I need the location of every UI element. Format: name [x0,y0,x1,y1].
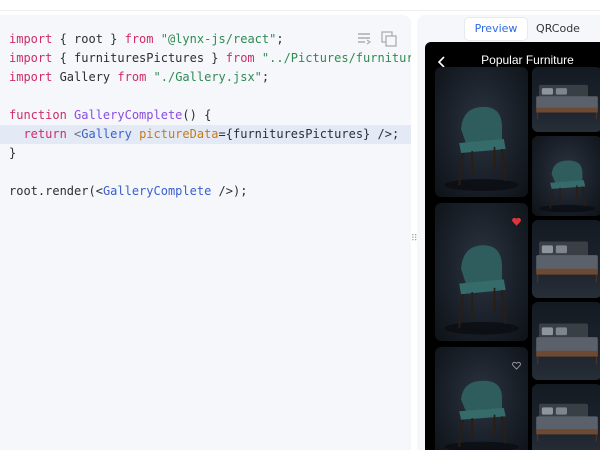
code-line: return <Gallery pictureData={furnituresP… [0,125,411,144]
heart-filled-icon[interactable] [512,211,521,226]
gallery-card-bed[interactable] [532,67,600,132]
code-line: import Gallery from "./Gallery.jsx"; [9,68,411,87]
phone-screen: Popular Furniture [425,42,600,450]
code-token: from [124,32,154,46]
code-token: ={furnituresPictures} />; [218,127,400,141]
code-token: ; [261,70,270,84]
code-token: return [9,127,67,141]
code-token: from [117,70,147,84]
gallery-card-bed[interactable] [532,384,600,450]
preview-panel: Preview QRCode Popular Furniture [417,15,600,450]
code-editor[interactable]: import { root } from "@lynx-js/react"; im… [0,30,411,201]
code-token: { root } [52,32,125,46]
code-panel: import { root } from "@lynx-js/react"; im… [0,15,411,450]
code-token: Gallery [52,70,118,84]
code-line: function GalleryComplete() { [9,106,411,125]
code-token: { furnituresPictures } [52,51,226,65]
code-token: .render(< [37,184,103,198]
gallery-card-chair[interactable] [435,203,528,341]
code-token: import [9,32,53,46]
code-token: } [9,146,17,160]
code-line: } [9,144,411,163]
gallery-card-chair[interactable] [435,347,528,450]
code-token: />); [211,184,248,198]
code-token: GalleryComplete [74,108,183,122]
code-token: import [9,70,53,84]
tab-preview[interactable]: Preview [465,18,527,40]
preview-tabs: Preview QRCode [465,18,589,40]
code-token: GalleryComplete [102,184,212,198]
code-line: import { root } from "@lynx-js/react"; [9,30,411,49]
gallery-card-chair[interactable] [435,67,528,197]
top-bar [0,0,600,11]
code-token: from [225,51,255,65]
code-token: Gallery [81,127,132,141]
page-title: Popular Furniture [481,53,574,67]
heart-outline-icon[interactable] [512,355,521,370]
code-token: "../Pictures/furnitures/f [261,51,411,65]
code-token: root [9,184,38,198]
code-token: ; [276,32,284,46]
gallery-card-bed[interactable] [532,220,600,298]
gallery-card-bed[interactable] [532,302,600,380]
code-token: "./Gallery.jsx" [153,70,262,84]
code-line: import { furnituresPictures } from "../P… [9,49,411,68]
code-toolbar [357,31,397,47]
code-token: < [66,127,82,141]
code-line: root.render(<GalleryComplete />); [9,182,411,201]
code-token: import [9,51,53,65]
copy-icon[interactable] [381,31,397,47]
code-token: () { [182,108,212,122]
code-token: function [9,108,67,122]
gallery-card-chair[interactable] [532,136,600,216]
code-token: "@lynx-js/react" [160,32,277,46]
tab-qrcode[interactable]: QRCode [527,18,589,40]
format-icon[interactable] [357,31,371,47]
code-token: pictureData [139,127,219,141]
